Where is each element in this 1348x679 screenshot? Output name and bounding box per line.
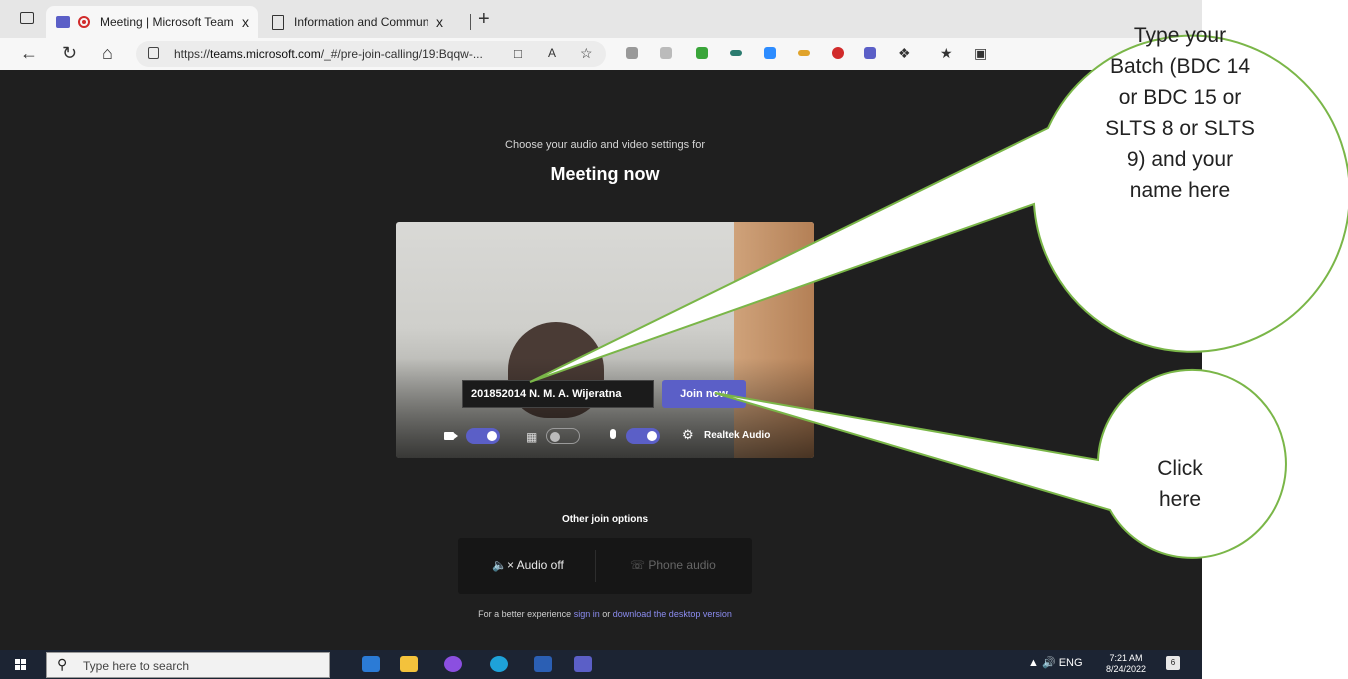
name-callout-text: Type your Batch (BDC 14 or BDC 15 or SLT… [1105,24,1255,202]
document-icon [272,14,284,30]
other-join-options-title: Other join options [561,514,649,525]
camera-toggle[interactable] [466,428,500,444]
search-placeholder: Type here to search [83,659,190,673]
extensions-icon[interactable]: ❖ [898,45,911,62]
tab-title: Meeting | Microsoft Teams [100,15,234,29]
join-now-button[interactable]: Join now [662,380,746,408]
edge-icon[interactable] [490,656,508,672]
mail-app-icon[interactable] [362,656,380,672]
favorite-add-icon[interactable]: ☆ [580,45,593,62]
device-controls: ▦ ⚙ Realtek Audio [396,426,814,448]
taskbar-search[interactable]: ⚲ Type here to search [46,652,330,678]
camera-permission-icon[interactable]: □ [514,46,522,61]
audio-off-option[interactable]: 🔈× Audio off [492,558,564,572]
browser-toolbar: ← ↻ ⌂ https://teams.microsoft.com/_#/pre… [0,38,1202,70]
lock-icon [148,47,159,59]
teams-icon [56,16,70,28]
recording-icon [78,16,90,28]
collections-icon[interactable]: ▣ [974,45,987,62]
better-experience-text: For a better experience sign in or downl… [478,609,732,619]
word-icon[interactable] [534,656,552,672]
phone-icon: ☏ [630,558,646,572]
background-blur-icon: ▦ [526,430,538,444]
refresh-icon[interactable]: ↻ [62,43,77,64]
extension-icon[interactable] [626,47,638,59]
clock-time: 7:21 AM [1109,653,1143,663]
meeting-title: Meeting now [550,164,660,184]
windows-taskbar: ⚲ Type here to search ▲ 🔊 ENG 7:21 AM 8/… [0,650,1202,679]
file-explorer-icon[interactable] [400,656,418,672]
taskbar-clock[interactable]: 7:21 AM 8/24/2022 [1106,653,1146,675]
extension-icon[interactable] [764,47,776,59]
back-icon[interactable]: ← [20,43,38,64]
browser-tabstrip: Meeting | Microsoft Teams x Information … [0,0,1202,38]
favorites-icon[interactable]: ★ [940,45,953,62]
tab-information[interactable]: Information and Communication x [262,6,468,38]
messenger-icon[interactable] [444,656,462,672]
extension-icon[interactable] [864,47,876,59]
extension-icon[interactable] [730,50,742,56]
audio-device-label[interactable]: Realtek Audio [704,430,770,441]
speaker-muted-icon: 🔈× [492,558,514,572]
close-tab-icon[interactable]: x [242,14,249,30]
notification-center-icon[interactable]: 6 [1166,656,1180,670]
close-tab-icon[interactable]: x [436,14,443,30]
system-tray[interactable]: ▲ 🔊 ENG [1028,656,1083,669]
read-aloud-icon[interactable]: A [548,46,556,60]
home-icon[interactable]: ⌂ [102,43,113,64]
prejoin-subtitle: Choose your audio and video settings for [505,139,705,151]
extension-icon[interactable] [660,47,672,59]
screen: Meeting | Microsoft Teams x Information … [0,0,1202,679]
phone-audio-option[interactable]: ☏ Phone audio [630,558,716,572]
microphone-icon [610,429,616,439]
teams-taskbar-icon[interactable] [574,656,592,672]
tab-divider [470,14,471,30]
extension-icon[interactable] [832,47,844,59]
sign-in-link[interactable]: sign in [574,609,600,619]
url-text: https://teams.microsoft.com/_#/pre-join-… [174,47,483,61]
gear-icon[interactable]: ⚙ [682,427,694,443]
search-icon: ⚲ [57,656,68,672]
new-tab-button[interactable]: + [478,8,490,31]
tab-actions-icon[interactable] [20,12,34,24]
join-callout-text: Click here [1157,457,1203,511]
tab-teams-meeting[interactable]: Meeting | Microsoft Teams x [46,6,258,38]
tab-title: Information and Communication [294,15,428,29]
camera-icon [444,432,458,440]
options-divider [595,550,596,582]
microphone-toggle[interactable] [626,428,660,444]
extension-icon[interactable] [798,50,810,56]
audio-off-label: Audio off [516,558,564,572]
extension-icon[interactable] [696,47,708,59]
address-bar[interactable]: https://teams.microsoft.com/_#/pre-join-… [136,41,606,67]
background-blur-toggle[interactable] [546,428,580,444]
join-options-panel: 🔈× Audio off ☏ Phone audio [458,538,752,594]
windows-start-icon[interactable] [15,659,27,671]
language-indicator[interactable]: ENG [1059,657,1083,669]
video-preview: 201852014 N. M. A. Wijeratna Join now ▦ … [396,222,814,458]
phone-audio-label: Phone audio [648,558,716,572]
download-desktop-link[interactable]: download the desktop version [613,609,732,619]
name-input[interactable]: 201852014 N. M. A. Wijeratna [462,380,654,408]
clock-date: 8/24/2022 [1106,664,1147,674]
